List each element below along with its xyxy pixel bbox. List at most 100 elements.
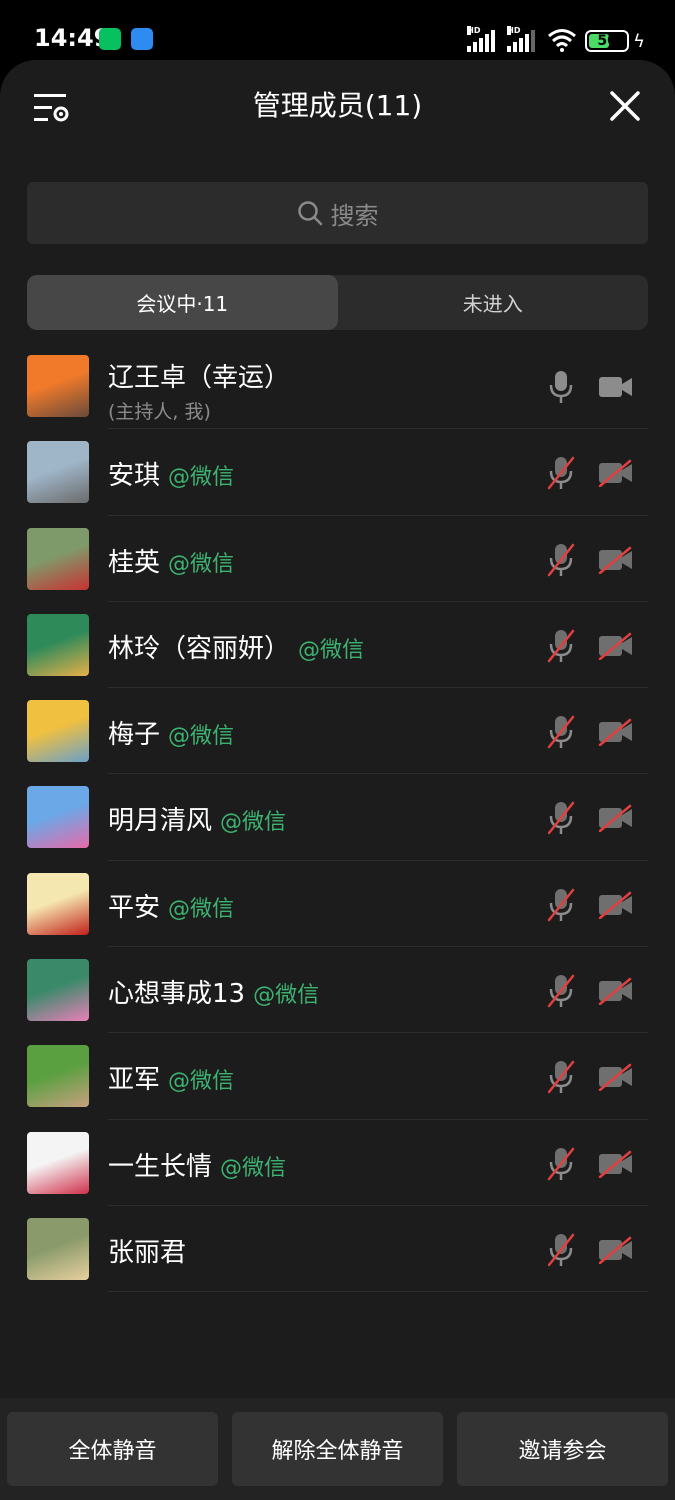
manage-members-panel: 管理成员(11) 搜索 会议中·11 未进入 辽王卓（幸运） (主持人, 我) 安琪… [0,60,675,1500]
member-name: 安琪 [108,461,161,492]
member-row[interactable]: 桂英 @微信 [0,516,675,603]
status-bar: 14:49 HD HD 50 ϟ [0,0,675,60]
search-icon [297,201,322,226]
member-name-line: 林玲（容丽妍） @微信 [108,628,364,665]
member-name: 一生长情 [108,1151,213,1182]
wechat-tag: @微信 [168,896,235,922]
status-indicators: HD HD 50 ϟ [467,26,645,52]
member-row[interactable]: 安琪 @微信 [0,429,675,516]
member-name: 林玲（容丽妍） [108,633,291,664]
member-tabs: 会议中·11 未进入 [27,275,648,330]
mic-muted-icon[interactable] [546,800,576,836]
close-icon[interactable] [609,90,641,122]
member-name-line: 梅子 @微信 [108,714,234,751]
page-title: 管理成员(11) [252,89,423,122]
member-name-line: 明月清风 @微信 [108,800,286,837]
avatar [27,872,89,935]
member-name: 心想事成13 [108,979,246,1010]
wifi-icon [548,29,577,52]
wechat-tag: @微信 [220,810,287,836]
mic-muted-icon[interactable] [546,1059,576,1095]
mic-muted-icon[interactable] [546,542,576,578]
mic-muted-icon[interactable] [546,973,576,1009]
member-row[interactable]: 张丽君 [0,1206,675,1293]
camera-off-icon[interactable] [598,718,634,747]
member-row[interactable]: 一生长情 @微信 [0,1120,675,1207]
battery-level: 50 [597,33,617,49]
battery-icon: 50 [585,30,630,52]
invite-button[interactable]: 邀请参会 [457,1412,668,1486]
member-row[interactable]: 辽王卓（幸运） (主持人, 我) [0,343,675,430]
member-row[interactable]: 林玲（容丽妍） @微信 [0,602,675,689]
member-name-line: 张丽君 [108,1232,186,1269]
mic-muted-icon[interactable] [546,1146,576,1182]
tab-not-joined[interactable]: 未进入 [338,275,649,330]
member-name: 平安 [108,892,161,923]
avatar [27,786,89,849]
camera-off-icon[interactable] [598,804,634,833]
member-row[interactable]: 明月清风 @微信 [0,774,675,862]
mute-all-button[interactable]: 全体静音 [7,1412,218,1486]
mic-muted-icon[interactable] [546,1232,576,1268]
member-row[interactable]: 平安 @微信 [0,861,675,948]
camera-off-icon[interactable] [598,546,634,574]
avatar [27,700,89,763]
member-name: 辽王卓（幸运） [108,363,291,393]
avatar [27,441,89,504]
member-row[interactable]: 心想事成13 @微信 [0,947,675,1034]
avatar [27,1045,89,1108]
member-name: 桂英 [108,547,161,578]
charging-icon: ϟ [633,31,645,52]
mic-muted-icon[interactable] [546,714,576,750]
member-name: 亚军 [108,1065,161,1096]
mic-muted-icon[interactable] [546,455,576,491]
camera-off-icon[interactable] [598,1236,634,1264]
wechat-tag: @微信 [168,551,235,577]
member-role: (主持人, 我) [108,401,211,423]
member-name: 梅子 [108,720,161,751]
member-row[interactable]: 梅子 @微信 [0,688,675,775]
bottom-action-bar: 全体静音 解除全体静音 邀请参会 [0,1398,675,1500]
mic-muted-icon[interactable] [546,628,576,664]
search-input[interactable]: 搜索 [27,182,648,244]
camera-icon[interactable] [598,373,634,401]
signal-hd-label: HD [467,26,481,35]
wechat-icon [99,28,121,50]
member-name: 明月清风 [108,806,213,837]
wechat-tag: @微信 [298,637,365,663]
member-name-line: 桂英 @微信 [108,542,234,579]
wechat-tag: @微信 [168,724,235,750]
signal-icon-2: HD [507,26,539,52]
avatar [27,355,89,417]
unmute-all-button[interactable]: 解除全体静音 [232,1412,443,1486]
avatar [27,959,89,1022]
mic-muted-icon[interactable] [546,887,576,923]
avatar [27,527,89,590]
camera-off-icon[interactable] [598,632,634,660]
avatar [27,1217,89,1280]
signal-icon: HD [467,26,499,52]
wechat-tag: @微信 [220,1155,287,1181]
camera-off-icon[interactable] [598,1063,634,1092]
member-list: 辽王卓（幸运） (主持人, 我) 安琪 @微信 桂英 @微信 林玲（容丽妍） @微信 梅子 @微信… [0,343,675,1293]
signal-hd-label-2: HD [507,26,521,35]
camera-off-icon[interactable] [598,459,634,488]
member-name-line: 安琪 @微信 [108,455,234,492]
mic-icon[interactable] [546,369,576,405]
member-name-line: 平安 @微信 [108,887,234,924]
search-placeholder: 搜索 [330,201,379,230]
avatar [27,1131,89,1194]
camera-off-icon[interactable] [598,891,634,919]
avatar [27,613,89,676]
camera-off-icon[interactable] [598,1150,634,1178]
wechat-tag: @微信 [168,465,235,491]
member-name-line: 一生长情 @微信 [108,1146,286,1183]
wechat-tag: @微信 [253,983,320,1009]
camera-off-icon[interactable] [598,977,634,1006]
member-row[interactable]: 亚军 @微信 [0,1033,675,1120]
member-name: 张丽君 [108,1237,187,1268]
member-name-line: 亚军 @微信 [108,1059,234,1096]
member-name-line: 心想事成13 @微信 [108,973,319,1010]
tab-in-meeting[interactable]: 会议中·11 [27,275,338,330]
cloud-app-icon [131,28,153,50]
